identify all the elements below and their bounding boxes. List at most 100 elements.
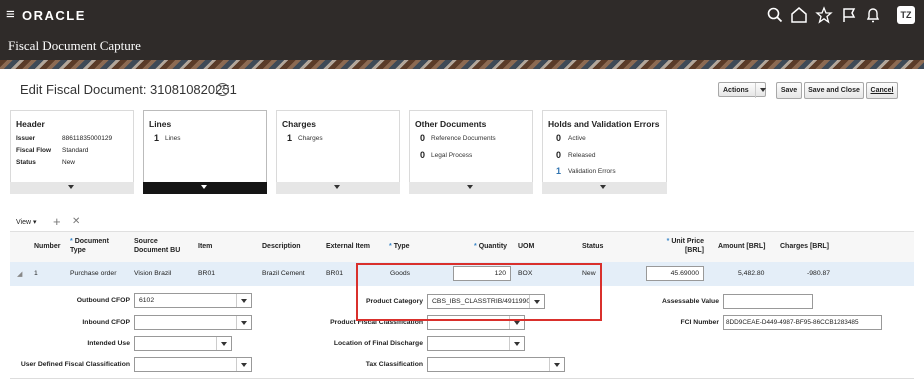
validation-errors-label: Validation Errors (568, 168, 616, 175)
required-marker: * (474, 243, 477, 250)
row-expand-icon[interactable]: ◢ (17, 270, 22, 278)
chevron-down-icon[interactable] (236, 358, 251, 371)
page-title: Edit Fiscal Document: 310810820251 (20, 82, 237, 97)
chevron-down-icon (68, 185, 74, 189)
search-icon[interactable] (766, 6, 784, 24)
tile-lines[interactable]: Lines 1 Lines (143, 110, 267, 194)
legal-label: Legal Process (431, 152, 473, 159)
col-quantity-label: Quantity (478, 243, 508, 250)
tile-charges[interactable]: Charges 1 Charges (276, 110, 400, 194)
save-and-close-button[interactable]: Save and Close (804, 82, 864, 99)
chevron-down-icon[interactable] (509, 337, 524, 350)
inbound-cfop-select[interactable] (134, 315, 252, 330)
col-type: * Type (389, 242, 410, 251)
tile-holds-and-validation-errors[interactable]: Holds and Validation Errors 0 Active 0 R… (542, 110, 667, 194)
required-marker: * (389, 243, 392, 250)
app-title-bar: Fiscal Document Capture (0, 30, 924, 60)
view-menu[interactable]: View ▾ (16, 218, 37, 226)
active-label: Active (568, 135, 586, 142)
cell-source-bu: Vision Brazil (134, 270, 172, 277)
assessable-value-input[interactable] (723, 294, 813, 309)
released-count: 0 (556, 150, 562, 160)
charges-label: Charges (298, 135, 323, 142)
table-header-row: Number * Document Type Source Document BU … (10, 231, 914, 263)
col-unit-price-line1: Unit Price (671, 238, 704, 245)
cell-external-item: BR01 (326, 270, 344, 277)
col-type-label: Type (393, 243, 410, 250)
chevron-down-icon[interactable] (216, 337, 231, 350)
cell-number: 1 (34, 270, 38, 277)
tile-footer (409, 182, 533, 194)
reference-label: Reference Documents (431, 135, 496, 142)
star-icon[interactable] (815, 6, 833, 24)
bell-icon[interactable] (864, 6, 882, 24)
intended-use-label: Intended Use (87, 340, 130, 347)
cell-charges: -980.87 (807, 270, 831, 277)
cell-amount: 5,482.80 (738, 270, 765, 277)
global-header: ≡ ORACLE TZ (0, 0, 924, 30)
tile-title: Header (16, 119, 45, 129)
col-document-type: * Document Type (70, 237, 109, 255)
user-defined-fiscal-classification-select[interactable] (134, 357, 252, 372)
active-count: 0 (556, 133, 562, 143)
final-discharge-select[interactable] (427, 336, 525, 351)
highlight-box (356, 263, 602, 321)
tile-title: Other Documents (415, 119, 487, 129)
required-marker: * (70, 238, 73, 245)
outbound-cfop-select[interactable]: 6102 (134, 293, 252, 308)
actions-menu-button[interactable]: Actions (718, 82, 767, 98)
outbound-cfop-value: 6102 (139, 297, 155, 304)
col-charges: Charges [BRL] (780, 243, 830, 250)
col-unit-price: * Unit Price [BRL] (662, 237, 704, 255)
unit-price-input[interactable]: 45.69000 (646, 266, 704, 281)
actions-label: Actions (723, 87, 749, 94)
tax-classification-label: Tax Classification (365, 361, 423, 368)
flag-icon[interactable] (840, 6, 858, 24)
intended-use-select[interactable] (134, 336, 232, 351)
fiscal-flow-label: Fiscal Flow (16, 147, 52, 154)
col-source-line2: Document BU (134, 247, 181, 254)
tax-classification-select[interactable] (427, 357, 565, 372)
oracle-logo[interactable]: ORACLE (22, 8, 86, 23)
col-description: Description (262, 243, 301, 250)
divider (10, 378, 914, 379)
decorative-banner (0, 60, 924, 69)
save-button[interactable]: Save (776, 82, 802, 99)
col-status: Status (582, 243, 604, 250)
col-number: Number (34, 243, 61, 250)
col-item: Item (198, 243, 213, 250)
fci-number-label: FCI Number (680, 319, 719, 326)
cell-document-type: Purchase order (70, 270, 117, 277)
chevron-down-icon (467, 185, 473, 189)
home-icon[interactable] (790, 6, 808, 24)
col-external-item: External Item (326, 243, 370, 250)
inbound-cfop-label: Inbound CFOP (82, 319, 130, 326)
add-icon[interactable]: + (53, 214, 61, 229)
validation-errors-count[interactable]: 1 (556, 166, 561, 176)
cancel-button[interactable]: Cancel (866, 82, 898, 99)
col-document-type-line2: Type (70, 247, 86, 254)
chevron-down-icon[interactable] (236, 294, 251, 307)
user-defined-fiscal-classification-label: User Defined Fiscal Classification (20, 361, 130, 368)
chevron-down-icon[interactable] (236, 316, 251, 329)
chevron-down-icon (334, 185, 340, 189)
fci-number-input[interactable]: 8DD9CEAE-D449-4987-BF95-86CCB1283485 (723, 315, 882, 330)
app-title: Fiscal Document Capture (8, 38, 141, 53)
chevron-down-icon[interactable] (549, 358, 564, 371)
tile-title: Lines (149, 119, 172, 129)
cell-item: BR01 (198, 270, 216, 277)
outbound-cfop-label: Outbound CFOP (76, 297, 130, 304)
col-document-type-line1: Document (74, 238, 109, 245)
tile-header[interactable]: Header Issuer 88611835000129 Fiscal Flow… (10, 110, 134, 194)
delete-icon[interactable]: ✕ (72, 216, 80, 227)
required-marker: * (666, 238, 670, 245)
menu-icon[interactable]: ≡ (6, 7, 15, 22)
user-avatar[interactable]: TZ (897, 6, 915, 24)
tile-other-documents[interactable]: Other Documents 0 Reference Documents 0 … (409, 110, 533, 194)
chevron-down-icon (201, 185, 207, 189)
tile-title: Holds and Validation Errors (548, 119, 660, 129)
chevron-down-icon (755, 83, 767, 98)
assessable-value-label: Assessable Value (661, 298, 719, 305)
help-icon[interactable]: ? (216, 83, 229, 96)
col-source-document-bu: Source Document BU (134, 237, 180, 255)
